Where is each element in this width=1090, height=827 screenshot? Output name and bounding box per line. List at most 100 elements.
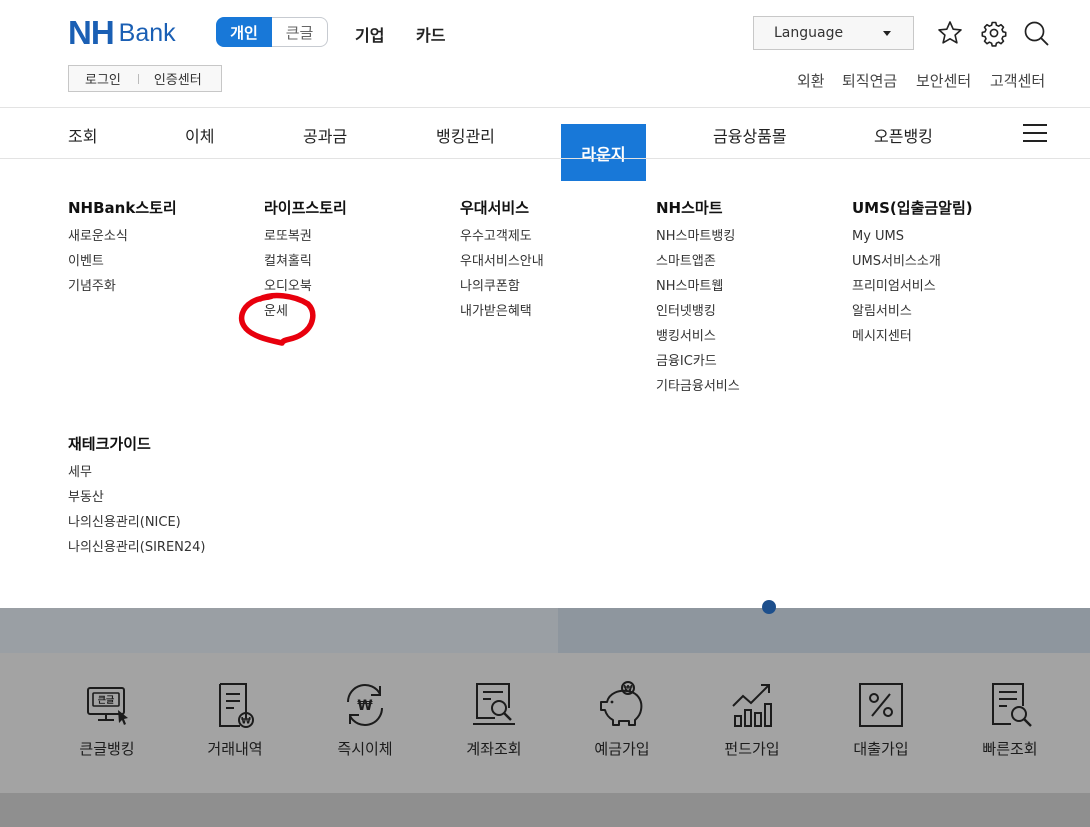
menu-item-fortune[interactable]: 운세 xyxy=(264,303,347,328)
util-link-security[interactable]: 보안센터 xyxy=(916,70,971,91)
menu-item[interactable]: 컬쳐홀릭 xyxy=(264,253,347,278)
menu-item[interactable]: 세무 xyxy=(68,464,206,489)
menu-column-title[interactable]: NH스마트 xyxy=(656,198,740,218)
topnav-corporate[interactable]: 기업 xyxy=(355,22,384,46)
quick-deposit-signup[interactable]: ₩ 예금가입 xyxy=(567,680,677,770)
menu-item[interactable]: 나의쿠폰함 xyxy=(460,278,544,303)
logo-nh-text: NH xyxy=(68,14,115,51)
quick-instant-transfer[interactable]: ₩ 즉시이체 xyxy=(310,680,420,770)
quick-label: 큰글뱅킹 xyxy=(79,740,135,758)
quick-label: 즉시이체 xyxy=(337,740,393,758)
loan-percent-icon xyxy=(859,683,903,727)
gnb-lounge-active[interactable]: 라운지 xyxy=(561,124,646,181)
dimmed-banner-right xyxy=(558,608,1090,653)
cert-center-link[interactable]: 인증센터 xyxy=(154,69,202,88)
login-cert-box: 로그인 인증센터 xyxy=(68,65,222,92)
svg-text:₩: ₩ xyxy=(241,717,251,727)
gnb-utility-bills[interactable]: 공과금 xyxy=(303,123,347,147)
menu-item[interactable]: 프리미엄서비스 xyxy=(852,278,973,303)
quick-label: 빠른조회 xyxy=(982,740,1038,758)
language-select[interactable]: Language xyxy=(753,16,914,50)
menu-item[interactable]: 이벤트 xyxy=(68,253,177,278)
menu-item[interactable]: 기념주화 xyxy=(68,278,177,303)
quick-fast-inquiry[interactable]: 빠른조회 xyxy=(955,680,1065,770)
personal-tab[interactable]: 개인 xyxy=(216,17,272,47)
menu-item[interactable]: 메시지센터 xyxy=(852,328,973,353)
util-link-customer[interactable]: 고객센터 xyxy=(990,70,1045,91)
menu-item[interactable]: 기타금융서비스 xyxy=(656,378,740,403)
menu-column-title[interactable]: NHBank스토리 xyxy=(68,198,177,218)
star-icon[interactable] xyxy=(936,19,964,47)
hamburger-menu-icon[interactable] xyxy=(1023,124,1047,142)
menu-column-title[interactable]: 라이프스토리 xyxy=(264,198,347,218)
quick-label: 펀드가입 xyxy=(724,740,780,758)
menu-column-nhbank-story: NHBank스토리 새로운소식 이벤트 기념주화 xyxy=(68,198,177,303)
header-divider xyxy=(0,107,1090,108)
quick-label: 계좌조회 xyxy=(466,740,522,758)
quick-inquiry-icon xyxy=(992,683,1032,727)
quick-label: 거래내역 xyxy=(207,740,263,758)
nh-bank-logo[interactable]: NH Bank xyxy=(68,14,176,51)
banner-pager-dot[interactable] xyxy=(762,600,776,614)
gnb-inquiry[interactable]: 조회 xyxy=(68,123,97,147)
menu-column-finance-guide: 재테크가이드 세무 부동산 나의신용관리(NICE) 나의신용관리(SIREN2… xyxy=(68,434,206,564)
fund-chart-icon xyxy=(732,684,772,727)
util-link-exchange[interactable]: 외환 xyxy=(797,70,825,91)
quick-account-inquiry[interactable]: 계좌조회 xyxy=(439,680,549,770)
menu-column-title[interactable]: 우대서비스 xyxy=(460,198,544,218)
quick-large-text-banking[interactable]: 큰글 큰글뱅킹 xyxy=(52,680,162,770)
menu-column-ums: UMS(입출금알림) My UMS UMS서비스소개 프리미엄서비스 알림서비스… xyxy=(852,198,973,353)
quick-loan-signup[interactable]: 대출가입 xyxy=(826,680,936,770)
large-text-glyph: 큰글 xyxy=(98,695,115,706)
menu-item[interactable]: 우대서비스안내 xyxy=(460,253,544,278)
menu-item[interactable]: 내가받은혜택 xyxy=(460,303,544,328)
menu-column-title[interactable]: UMS(입출금알림) xyxy=(852,198,973,218)
divider xyxy=(137,73,139,84)
menu-item[interactable]: 오디오북 xyxy=(264,278,347,303)
quick-label: 예금가입 xyxy=(594,740,650,758)
gnb-transfer[interactable]: 이체 xyxy=(185,123,214,147)
menu-item[interactable]: 우수고객제도 xyxy=(460,228,544,253)
menu-item[interactable]: 부동산 xyxy=(68,489,206,514)
svg-text:₩: ₩ xyxy=(357,698,373,714)
transaction-history-icon: ₩ xyxy=(219,683,254,728)
menu-item[interactable]: 뱅킹서비스 xyxy=(656,328,740,353)
menu-item[interactable]: 금융IC카드 xyxy=(656,353,740,378)
gnb-banking-management[interactable]: 뱅킹관리 xyxy=(436,123,495,147)
menu-item[interactable]: 스마트앱존 xyxy=(656,253,740,278)
gnb-financial-mall[interactable]: 금융상품몰 xyxy=(713,123,787,147)
menu-item[interactable]: 나의신용관리(SIREN24) xyxy=(68,539,206,564)
menu-item[interactable]: My UMS xyxy=(852,228,973,253)
menu-column-nh-smart: NH스마트 NH스마트뱅킹 스마트앱존 NH스마트웹 인터넷뱅킹 뱅킹서비스 금… xyxy=(656,198,740,403)
menu-column-preferential-service: 우대서비스 우수고객제도 우대서비스안내 나의쿠폰함 내가받은혜택 xyxy=(460,198,544,328)
search-icon[interactable] xyxy=(1022,19,1050,47)
language-select-label: Language xyxy=(774,25,844,41)
menu-item[interactable]: NH스마트뱅킹 xyxy=(656,228,740,253)
account-inquiry-icon xyxy=(473,683,515,725)
dropdown-caret-icon xyxy=(883,31,891,36)
util-link-pension[interactable]: 퇴직연금 xyxy=(842,70,897,91)
svg-text:₩: ₩ xyxy=(624,684,633,693)
dimmed-footer-bg xyxy=(0,793,1090,827)
instant-transfer-icon: ₩ xyxy=(347,684,383,726)
large-text-tab[interactable]: 큰글 xyxy=(272,17,328,47)
login-link[interactable]: 로그인 xyxy=(85,69,121,88)
gear-icon[interactable] xyxy=(980,19,1008,47)
menu-column-title[interactable]: 재테크가이드 xyxy=(68,434,206,454)
gnb-divider xyxy=(0,158,1090,159)
topnav-card[interactable]: 카드 xyxy=(416,22,445,46)
logo-bank-text: Bank xyxy=(118,19,176,47)
piggy-bank-icon: ₩ xyxy=(600,681,643,726)
menu-item[interactable]: 새로운소식 xyxy=(68,228,177,253)
quick-transaction-history[interactable]: ₩ 거래내역 xyxy=(180,680,290,770)
menu-item[interactable]: NH스마트웹 xyxy=(656,278,740,303)
menu-item[interactable]: 인터넷뱅킹 xyxy=(656,303,740,328)
menu-item[interactable]: 나의신용관리(NICE) xyxy=(68,514,206,539)
quick-label: 대출가입 xyxy=(853,740,909,758)
menu-item[interactable]: UMS서비스소개 xyxy=(852,253,973,278)
menu-item[interactable]: 알림서비스 xyxy=(852,303,973,328)
large-text-banking-icon: 큰글 xyxy=(87,687,128,725)
gnb-open-banking[interactable]: 오픈뱅킹 xyxy=(874,123,933,147)
menu-item[interactable]: 로또복권 xyxy=(264,228,347,253)
quick-fund-signup[interactable]: 펀드가입 xyxy=(697,680,807,770)
